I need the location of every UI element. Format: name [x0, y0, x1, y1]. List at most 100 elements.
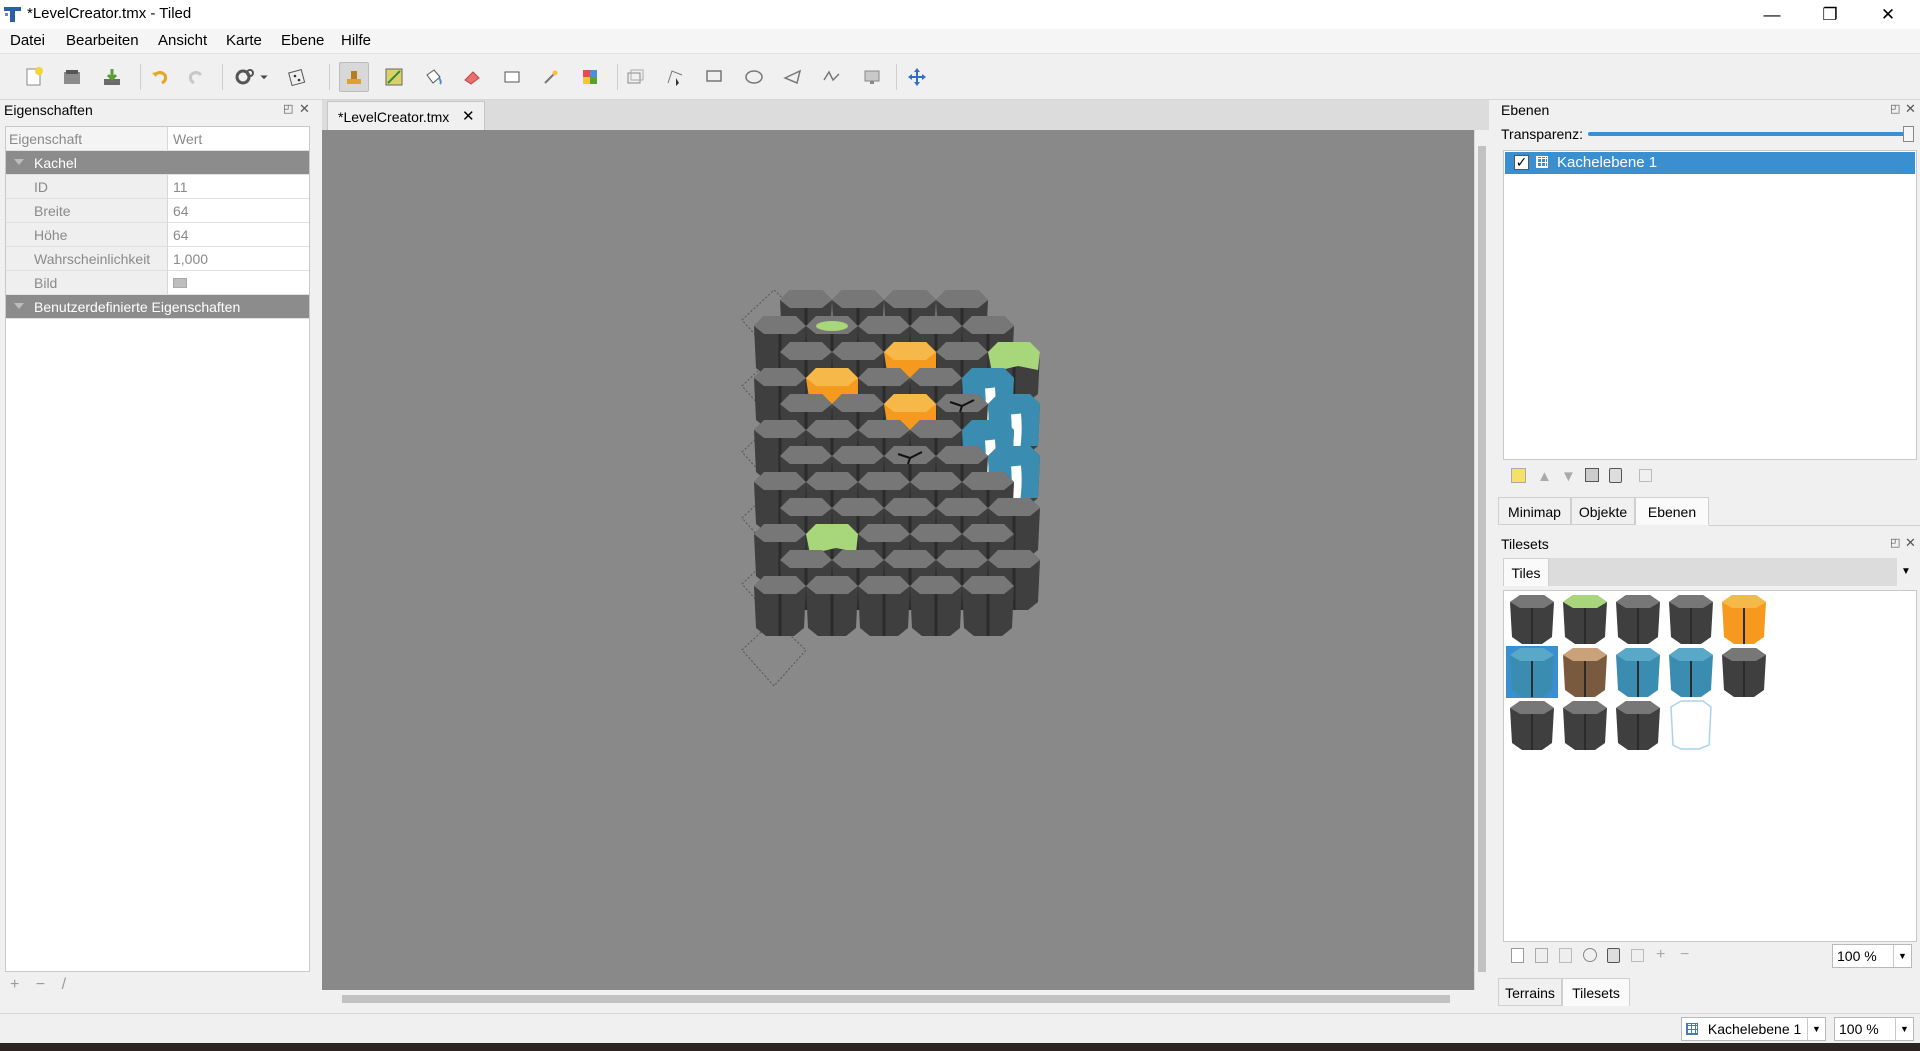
insert-ellipse-tool[interactable] [739, 62, 769, 92]
tab-layers[interactable]: Ebenen [1635, 497, 1709, 525]
delete-layer-icon[interactable] [1609, 468, 1622, 483]
map-tile-rock[interactable] [858, 576, 910, 636]
add-tiles-icon[interactable]: + [1656, 946, 1665, 964]
menu-bearbeiten[interactable]: Bearbeiten [66, 32, 139, 49]
remove-tiles-icon[interactable]: − [1680, 946, 1689, 964]
tileset-tile[interactable] [1665, 593, 1717, 645]
tileset-tile[interactable] [1612, 646, 1664, 698]
tileset-tile[interactable] [1506, 593, 1558, 645]
tileset-tile[interactable] [1665, 699, 1717, 751]
map-tile-rock[interactable] [962, 576, 1014, 636]
close-panel-icon[interactable]: ✕ [1905, 535, 1916, 551]
group-row-tile[interactable]: Kachel [6, 151, 309, 175]
menu-karte[interactable]: Karte [226, 32, 262, 49]
scrollbar-thumb[interactable] [342, 995, 1450, 1003]
layer-row[interactable]: ✓ Kachelebene 1 [1505, 152, 1915, 174]
property-row[interactable]: Bild [6, 271, 309, 295]
rectangle-select-tool[interactable] [497, 62, 527, 92]
tileset-tile[interactable] [1612, 699, 1664, 751]
menu-datei[interactable]: Datei [10, 32, 45, 49]
minimize-button[interactable]: — [1743, 0, 1801, 29]
stamp-brush-tool[interactable] [339, 62, 369, 92]
map-zoom-select[interactable]: 100 % ▼ [1834, 1017, 1914, 1041]
duplicate-layer-icon[interactable] [1585, 468, 1599, 482]
select-same-tile-tool[interactable] [575, 62, 605, 92]
tileset-tile[interactable] [1506, 699, 1558, 751]
close-panel-icon[interactable]: ✕ [299, 101, 310, 117]
insert-polyline-tool[interactable] [817, 62, 847, 92]
scrollbar-thumb[interactable] [1478, 146, 1486, 972]
new-file-button[interactable] [19, 62, 49, 92]
tileset-menu-dropdown[interactable]: ▼ [1901, 566, 1911, 577]
map-canvas[interactable] [322, 130, 1474, 990]
menu-ansicht[interactable]: Ansicht [158, 32, 207, 49]
float-panel-icon[interactable]: ◰ [1890, 536, 1900, 549]
remove-tileset-icon[interactable] [1607, 948, 1620, 963]
tileset-tile[interactable] [1612, 593, 1664, 645]
tab-terrains[interactable]: Terrains [1498, 978, 1562, 1006]
open-file-button[interactable] [57, 62, 87, 92]
magic-wand-tool[interactable] [536, 62, 566, 92]
bucket-fill-tool[interactable] [418, 62, 448, 92]
edit-tileset-icon[interactable] [1583, 948, 1597, 962]
lower-layer-icon[interactable]: ▼ [1561, 468, 1576, 485]
property-row[interactable]: Breite 64 [6, 199, 309, 223]
group-row-custom-properties[interactable]: Benutzerdefinierte Eigenschaften [6, 295, 309, 319]
insert-rectangle-tool[interactable] [699, 62, 729, 92]
maximize-button[interactable]: ❐ [1801, 0, 1859, 29]
tileset-tile[interactable] [1506, 646, 1558, 698]
terrain-brush-tool[interactable] [379, 62, 409, 92]
tileset-view[interactable] [1503, 590, 1917, 942]
move-tool[interactable] [902, 62, 932, 92]
redo-button[interactable] [181, 62, 211, 92]
embed-tileset-icon[interactable] [1535, 948, 1548, 963]
remove-property-button[interactable]: − [36, 976, 45, 993]
close-panel-icon[interactable]: ✕ [1905, 101, 1916, 117]
insert-polygon-tool[interactable] [778, 62, 808, 92]
vertical-scrollbar[interactable] [1474, 130, 1489, 990]
property-row[interactable]: Wahrscheinlichkeit 1,000 [6, 247, 309, 271]
tileset-tile[interactable] [1718, 646, 1770, 698]
float-panel-icon[interactable]: ◰ [283, 102, 293, 115]
command-dropdown[interactable] [256, 62, 272, 92]
map-tile-rock[interactable] [806, 576, 858, 636]
new-tileset-icon[interactable] [1511, 948, 1524, 963]
property-row[interactable]: Höhe 64 [6, 223, 309, 247]
tab-tilesets[interactable]: Tilesets [1562, 978, 1630, 1006]
add-layer-icon[interactable] [1511, 468, 1526, 483]
layer-visibility-checkbox[interactable]: ✓ [1514, 155, 1529, 170]
opacity-slider-handle[interactable] [1903, 126, 1914, 142]
current-layer-select[interactable]: Kachelebene 1 ▼ [1681, 1017, 1826, 1041]
add-property-button[interactable]: + [10, 976, 19, 993]
edit-terrain-icon[interactable] [1631, 949, 1644, 962]
tileset-zoom-select[interactable]: 100 % ▼ [1832, 944, 1912, 968]
tileset-tile[interactable] [1559, 699, 1611, 751]
rename-property-button[interactable]: / [62, 976, 66, 993]
map-tiles[interactable] [322, 130, 1474, 990]
select-objects-tool[interactable] [620, 62, 650, 92]
eraser-tool[interactable] [457, 62, 487, 92]
horizontal-scrollbar[interactable] [322, 990, 1474, 1007]
tileset-tile[interactable] [1665, 646, 1717, 698]
tileset-tile[interactable] [1559, 646, 1611, 698]
tileset-tile[interactable] [1718, 593, 1770, 645]
tab-objects[interactable]: Objekte [1571, 497, 1635, 525]
export-tileset-icon[interactable] [1559, 948, 1572, 963]
undo-button[interactable] [145, 62, 175, 92]
merge-layer-icon[interactable] [1639, 469, 1652, 482]
tileset-tile[interactable] [1559, 593, 1611, 645]
edit-polygons-tool[interactable] [660, 62, 690, 92]
opacity-slider[interactable] [1588, 132, 1908, 136]
raise-layer-icon[interactable]: ▲ [1537, 468, 1552, 485]
close-tab-icon[interactable]: ✕ [462, 107, 475, 125]
save-button[interactable] [97, 62, 127, 92]
property-row[interactable]: ID 11 [6, 175, 309, 199]
map-tile-rock[interactable] [910, 576, 962, 636]
close-window-button[interactable]: ✕ [1859, 0, 1917, 29]
float-panel-icon[interactable]: ◰ [1890, 102, 1900, 115]
tab-tiles[interactable]: Tiles [1503, 558, 1549, 586]
tab-minimap[interactable]: Minimap [1498, 497, 1571, 525]
document-tab[interactable]: *LevelCreator.tmx ✕ [327, 101, 485, 130]
map-tile-rock[interactable] [754, 576, 806, 636]
insert-tile-tool[interactable] [857, 62, 887, 92]
